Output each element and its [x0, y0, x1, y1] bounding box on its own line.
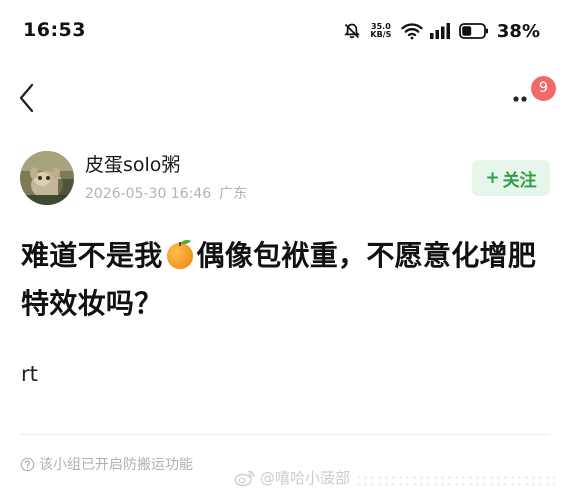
- status-bar: 16:53 35.0 KB/S 38%: [0, 0, 570, 62]
- status-icons: 35.0 KB/S 38%: [343, 18, 540, 44]
- author-name[interactable]: 皮蛋solo粥: [85, 150, 180, 177]
- divider: [20, 434, 550, 435]
- anti-repost-note: 该小组已开启防搬运功能: [20, 454, 193, 474]
- weibo-icon: [234, 470, 255, 486]
- follow-button[interactable]: + 关注: [472, 160, 550, 196]
- post-body: rt: [21, 362, 38, 386]
- mute-bell-icon: [343, 22, 361, 40]
- avatar[interactable]: [20, 151, 74, 205]
- battery-percent: 38%: [496, 20, 540, 42]
- post-title-part1: 难道不是我: [21, 239, 163, 272]
- back-button[interactable]: [12, 78, 44, 118]
- post-title: 难道不是我 偶像包袱重，不愿意化增肥特效妆吗？: [21, 232, 556, 328]
- watermark-text: @嘻哈小菠部: [260, 469, 351, 487]
- orange-emoji-icon: [166, 240, 193, 269]
- anti-repost-text: 该小组已开启防搬运功能: [39, 457, 193, 473]
- chevron-left-icon: [19, 83, 34, 113]
- network-speed: 35.0 KB/S: [367, 23, 395, 39]
- post-location: 广东: [219, 186, 248, 202]
- post-date: 2026-05-30 16:46: [85, 186, 212, 202]
- post-meta: 2026-05-30 16:46 广东: [85, 183, 247, 203]
- net-speed-unit: KB/S: [370, 30, 392, 39]
- author-row: 皮蛋solo粥 2026-05-30 16:46 广东 + 关注: [0, 146, 570, 216]
- status-time: 16:53: [23, 19, 86, 41]
- wifi-icon: [401, 22, 423, 40]
- nav-bar: 9: [0, 62, 570, 134]
- signal-icon: [429, 22, 453, 40]
- battery-icon: [459, 22, 489, 40]
- watermark-pattern: [355, 474, 555, 488]
- question-circle-icon: [20, 457, 35, 471]
- plus-icon: +: [485, 168, 500, 188]
- watermark: @嘻哈小菠部: [234, 467, 350, 488]
- notification-badge[interactable]: 9: [531, 76, 556, 101]
- follow-label: 关注: [502, 170, 537, 191]
